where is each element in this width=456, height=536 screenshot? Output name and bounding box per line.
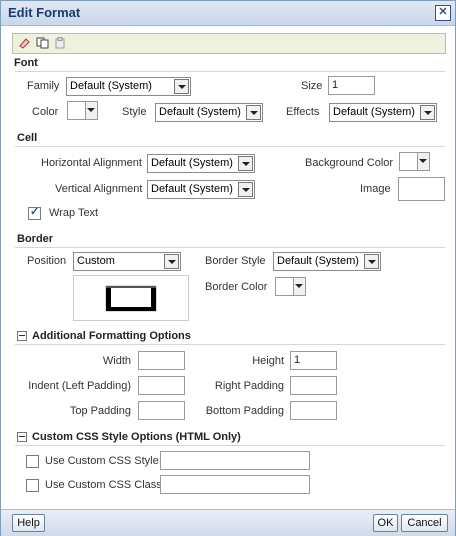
divider <box>15 71 445 72</box>
clear-icon[interactable] <box>18 37 31 49</box>
cell-section-title: Cell <box>17 132 38 144</box>
top-padding-label: Top Padding <box>69 405 131 417</box>
chevron-down-icon <box>293 277 306 296</box>
style-label: Style <box>122 106 147 118</box>
style-value: Default (System) <box>159 106 241 118</box>
border-style-value: Default (System) <box>277 255 359 267</box>
image-picker[interactable] <box>398 177 445 201</box>
custom-css-class-checkbox[interactable] <box>26 479 39 492</box>
dialog-footer: Help OK Cancel <box>1 509 455 536</box>
effects-select[interactable]: Default (System) <box>329 103 437 122</box>
chevron-down-icon <box>174 79 189 94</box>
horizontal-alignment-label: Horizontal Alignment <box>41 157 142 169</box>
chevron-down-icon <box>417 152 430 171</box>
size-label: Size <box>301 80 323 92</box>
custom-css-style-label: Use Custom CSS Style <box>45 455 159 467</box>
border-position-select[interactable]: Custom <box>73 252 181 271</box>
border-color-picker[interactable] <box>275 277 306 296</box>
chevron-down-icon <box>238 156 253 171</box>
indent-label: Indent (Left Padding) <box>28 380 131 392</box>
dialog-title: Edit Format <box>8 5 81 20</box>
ok-button[interactable]: OK <box>373 514 398 532</box>
effects-value: Default (System) <box>333 106 415 118</box>
chevron-down-icon <box>85 101 98 120</box>
wrap-text-checkbox[interactable] <box>28 205 41 220</box>
divider <box>15 344 445 345</box>
paste-icon[interactable] <box>54 37 67 49</box>
collapse-icon[interactable] <box>17 331 27 341</box>
color-label: Color <box>32 106 59 118</box>
custom-css-style-checkbox[interactable] <box>26 455 39 468</box>
style-select[interactable]: Default (System) <box>155 103 263 122</box>
chevron-down-icon <box>364 254 379 269</box>
title-bar: Edit Format ✕ <box>1 1 455 26</box>
chevron-down-icon <box>420 105 435 120</box>
height-value: 1 <box>294 354 301 366</box>
additional-section-title: Additional Formatting Options <box>32 330 191 342</box>
width-input[interactable] <box>138 351 185 370</box>
background-color-picker[interactable] <box>399 152 430 171</box>
width-label: Width <box>102 355 131 367</box>
border-style-select[interactable]: Default (System) <box>273 252 381 271</box>
right-padding-input[interactable] <box>290 376 337 395</box>
edit-format-dialog: Edit Format ✕ Font Family Default (Syste… <box>0 0 456 536</box>
size-input[interactable]: 1 <box>328 76 375 95</box>
custom-css-class-label: Use Custom CSS Class <box>45 479 162 491</box>
effects-label: Effects <box>286 106 320 118</box>
family-select[interactable]: Default (System) <box>66 77 191 96</box>
collapse-icon[interactable] <box>17 432 27 442</box>
css-section-title: Custom CSS Style Options (HTML Only) <box>32 431 241 443</box>
size-value: 1 <box>332 79 339 91</box>
color-swatch <box>275 277 293 296</box>
height-input[interactable]: 1 <box>290 351 337 370</box>
position-label: Position <box>27 255 67 267</box>
horizontal-alignment-value: Default (System) <box>151 157 233 169</box>
close-icon: ✕ <box>438 6 448 18</box>
border-preview[interactable] <box>73 275 189 321</box>
family-value: Default (System) <box>70 80 152 92</box>
background-color-label: Background Color <box>305 157 394 169</box>
border-section-title: Border <box>17 233 54 245</box>
border-position-value: Custom <box>77 255 115 267</box>
close-button[interactable]: ✕ <box>435 5 451 21</box>
wrap-text-label: Wrap Text <box>49 207 99 219</box>
bottom-padding-label: Bottom Padding <box>205 405 284 417</box>
bottom-padding-input[interactable] <box>290 401 337 420</box>
top-padding-input[interactable] <box>138 401 185 420</box>
chevron-down-icon <box>246 105 261 120</box>
color-swatch <box>67 101 85 120</box>
color-swatch <box>399 152 417 171</box>
font-color-picker[interactable] <box>67 101 98 120</box>
divider <box>15 247 445 248</box>
custom-css-style-input[interactable] <box>160 451 310 470</box>
vertical-alignment-label: Vertical Alignment <box>55 183 143 195</box>
border-preview-graphic <box>105 285 157 312</box>
vertical-alignment-select[interactable]: Default (System) <box>147 180 255 199</box>
font-section-title: Font <box>14 57 38 69</box>
height-label: Height <box>252 355 284 367</box>
horizontal-alignment-select[interactable]: Default (System) <box>147 154 255 173</box>
family-label: Family <box>27 80 60 92</box>
divider <box>15 146 445 147</box>
right-padding-label: Right Padding <box>214 380 284 392</box>
copy-icon[interactable] <box>36 37 49 49</box>
chevron-down-icon <box>164 254 179 269</box>
vertical-alignment-value: Default (System) <box>151 183 233 195</box>
divider <box>15 445 445 446</box>
border-color-label: Border Color <box>205 281 268 293</box>
border-style-label: Border Style <box>205 255 266 267</box>
indent-input[interactable] <box>138 376 185 395</box>
chevron-down-icon <box>238 182 253 197</box>
toolbar <box>12 33 446 54</box>
help-button[interactable]: Help <box>12 514 45 532</box>
custom-css-class-input[interactable] <box>160 475 310 494</box>
cancel-button[interactable]: Cancel <box>401 514 448 532</box>
image-label: Image <box>360 183 391 195</box>
